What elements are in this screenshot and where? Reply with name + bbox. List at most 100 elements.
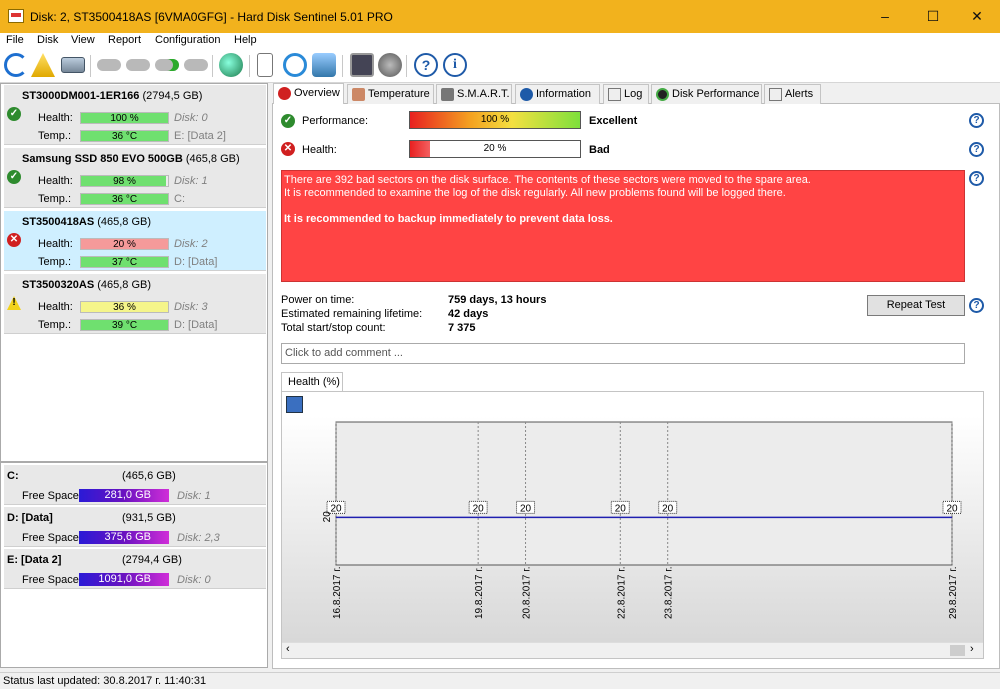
volume-size: (931,5 GB) bbox=[122, 512, 176, 524]
performance-bar: 100 % bbox=[409, 111, 581, 129]
health-label: Health: bbox=[38, 301, 73, 313]
x-tick-label: 20.8.2017 г. bbox=[522, 567, 533, 619]
report-icon[interactable] bbox=[257, 53, 273, 77]
scrollbar-thumb[interactable] bbox=[950, 645, 965, 656]
toolbar: ? i bbox=[0, 49, 1000, 83]
repeat-test-button[interactable]: Repeat Test bbox=[867, 295, 965, 316]
menu-bar: File Disk View Report Configuration Help bbox=[0, 33, 1000, 49]
test-icon[interactable] bbox=[350, 53, 374, 77]
alert-line: There are 392 bad sectors on the disk su… bbox=[284, 174, 811, 186]
tool4-icon[interactable] bbox=[184, 59, 208, 71]
volume-size: (465,6 GB) bbox=[122, 470, 176, 482]
status-bar: Status last updated: 30.8.2017 г. 11:40:… bbox=[0, 672, 1000, 689]
y-tick-label: 20 bbox=[322, 511, 333, 523]
toolbar-separator bbox=[342, 55, 343, 77]
menu-configuration[interactable]: Configuration bbox=[155, 34, 220, 46]
tab-temperature[interactable]: Temperature bbox=[347, 84, 434, 104]
info-icon bbox=[520, 88, 533, 101]
volume-disks: Disk: 1 bbox=[177, 490, 211, 502]
tool2-icon[interactable] bbox=[126, 59, 150, 71]
volume-disks: Disk: 2,3 bbox=[177, 532, 220, 544]
help-icon[interactable]: ? bbox=[969, 142, 984, 157]
window-title: Disk: 2, ST3500418AS [6VMA0GFG] - Hard D… bbox=[30, 10, 393, 24]
temp-label: Temp.: bbox=[38, 130, 72, 142]
x-tick-label: 22.8.2017 г. bbox=[616, 567, 627, 619]
tab-log[interactable]: Log bbox=[603, 84, 649, 104]
scroll-right-icon[interactable]: › bbox=[970, 643, 974, 655]
minimize-button[interactable]: – bbox=[862, 0, 908, 33]
tab-smart[interactable]: S.M.A.R.T. bbox=[436, 84, 512, 104]
ok-icon: ✓ bbox=[7, 107, 21, 121]
help-icon[interactable]: ? bbox=[414, 53, 438, 77]
health-bar: 98 % bbox=[80, 175, 169, 187]
comment-input[interactable]: Click to add comment ... bbox=[281, 343, 965, 364]
menu-disk[interactable]: Disk bbox=[37, 34, 58, 46]
sound-icon[interactable] bbox=[378, 53, 402, 77]
volume-size: (2794,4 GB) bbox=[122, 554, 182, 566]
thermometer-icon bbox=[352, 88, 365, 101]
performance-label: Performance: bbox=[302, 115, 369, 127]
warning-icon[interactable] bbox=[31, 53, 55, 77]
horizontal-scrollbar[interactable]: ‹ › bbox=[282, 642, 983, 658]
help-icon[interactable]: ? bbox=[969, 171, 984, 186]
info-icon[interactable]: i bbox=[443, 53, 467, 77]
scroll-left-icon[interactable]: ‹ bbox=[286, 643, 290, 655]
free-space-bar: 1091,0 GB bbox=[79, 573, 169, 586]
menu-file[interactable]: File bbox=[6, 34, 24, 46]
tab-disk-performance[interactable]: Disk Performance bbox=[651, 84, 762, 104]
health-label: Health: bbox=[38, 175, 73, 187]
data-label: 20 bbox=[662, 503, 674, 514]
toolbar-separator bbox=[406, 55, 407, 77]
error-icon: ✕ bbox=[281, 142, 295, 156]
disk-number: Disk: 0 bbox=[174, 112, 208, 124]
health-label: Health: bbox=[302, 144, 337, 156]
volume-name: D: [Data] bbox=[7, 512, 53, 524]
temp-bar: 37 °C bbox=[80, 256, 169, 268]
disk-item[interactable]: ST3500320AS (465,8 GB) ! Health: 36 % Di… bbox=[4, 274, 266, 334]
close-button[interactable]: ✕ bbox=[954, 0, 1000, 33]
help-icon[interactable]: ? bbox=[969, 113, 984, 128]
remaining-lifetime-label: Estimated remaining lifetime: bbox=[281, 308, 423, 320]
disk-number: Disk: 2 bbox=[174, 238, 208, 250]
tab-alerts[interactable]: Alerts bbox=[764, 84, 821, 104]
start-stop-value: 7 375 bbox=[448, 322, 476, 334]
error-icon: ✕ bbox=[7, 233, 21, 247]
data-label: 20 bbox=[520, 503, 532, 514]
x-tick-label: 23.8.2017 г. bbox=[664, 567, 675, 619]
power-on-value: 759 days, 13 hours bbox=[448, 294, 547, 306]
disk-volume: C: bbox=[174, 193, 185, 205]
disk-item-selected[interactable]: ST3500418AS (465,8 GB) ✕ Health: 20 % Di… bbox=[4, 211, 266, 271]
menu-view[interactable]: View bbox=[71, 34, 95, 46]
sync-icon[interactable] bbox=[283, 53, 307, 77]
remaining-lifetime-value: 42 days bbox=[448, 308, 489, 320]
volume-list-panel: C: (465,6 GB) Free Space 281,0 GB Disk: … bbox=[0, 462, 268, 668]
disk-item[interactable]: ST3000DM001-1ER166 (2794,5 GB) ✓ Health:… bbox=[4, 85, 266, 145]
alert-message-box: There are 392 bad sectors on the disk su… bbox=[281, 170, 965, 282]
drive-icon[interactable] bbox=[61, 57, 85, 73]
free-space-bar: 375,6 GB bbox=[79, 531, 169, 544]
refresh-icon[interactable] bbox=[4, 53, 28, 77]
globe-icon[interactable] bbox=[219, 53, 243, 77]
health-bar: 20 % bbox=[80, 238, 169, 250]
maximize-button[interactable]: ☐ bbox=[910, 0, 956, 33]
tool3-icon[interactable] bbox=[155, 59, 179, 71]
network-icon[interactable] bbox=[312, 53, 336, 77]
volume-item[interactable]: C: (465,6 GB) Free Space 281,0 GB Disk: … bbox=[4, 465, 266, 505]
x-tick-label: 29.8.2017 г. bbox=[948, 567, 959, 619]
tab-health-chart[interactable]: Health (%) bbox=[281, 372, 343, 392]
tab-overview[interactable]: Overview bbox=[273, 83, 344, 104]
tool-icon bbox=[441, 88, 454, 101]
disk-item[interactable]: Samsung SSD 850 EVO 500GB (465,8 GB) ✓ H… bbox=[4, 148, 266, 208]
data-label: 20 bbox=[473, 503, 485, 514]
tool-icon[interactable] bbox=[97, 59, 121, 71]
disk-name: Samsung SSD 850 EVO 500GB (465,8 GB) bbox=[22, 153, 240, 165]
help-icon[interactable]: ? bbox=[969, 298, 984, 313]
temp-label: Temp.: bbox=[38, 256, 72, 268]
tab-information[interactable]: Information bbox=[515, 84, 600, 104]
free-space-bar: 281,0 GB bbox=[79, 489, 169, 502]
volume-item[interactable]: E: [Data 2] (2794,4 GB) Free Space 1091,… bbox=[4, 549, 266, 589]
volume-item[interactable]: D: [Data] (931,5 GB) Free Space 375,6 GB… bbox=[4, 507, 266, 547]
data-label: 20 bbox=[615, 503, 627, 514]
menu-help[interactable]: Help bbox=[234, 34, 257, 46]
menu-report[interactable]: Report bbox=[108, 34, 141, 46]
